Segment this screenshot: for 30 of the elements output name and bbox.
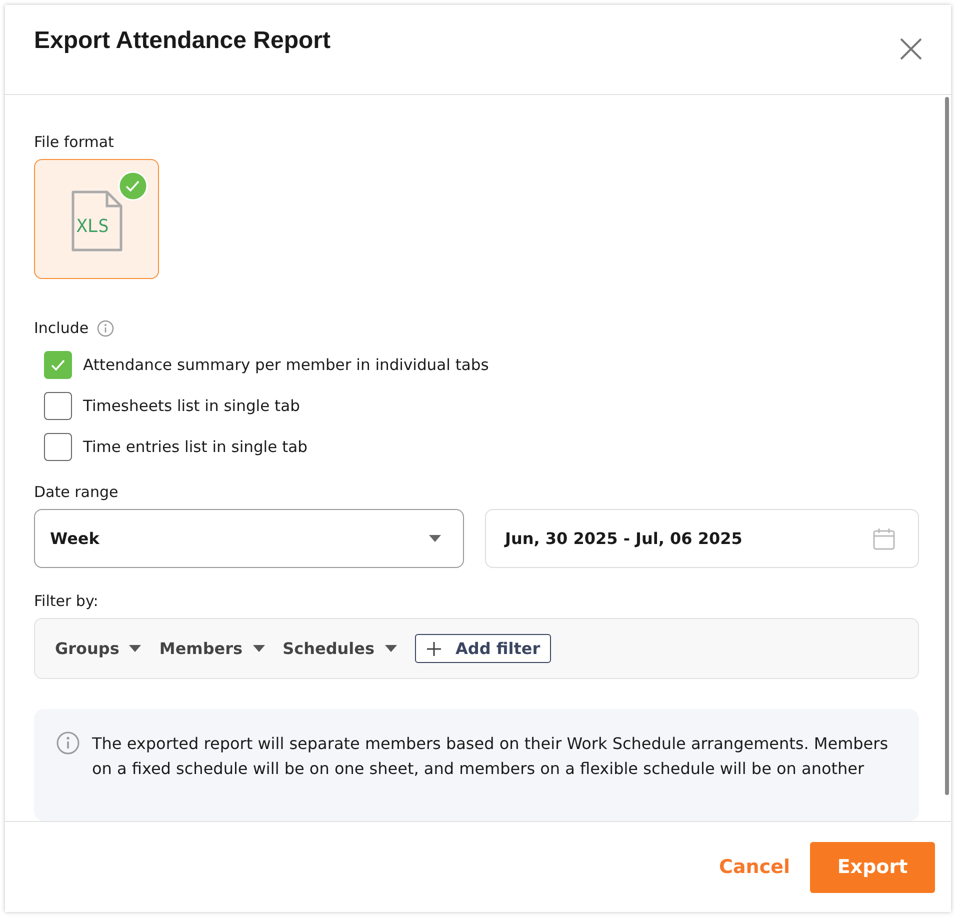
notice-text: The exported report will separate members based on their Work Schedule arrangements. Members on a fixed schedule will be on one sheet, and members on a flexible schedule will be on another (92, 733, 890, 780)
info-icon (56, 731, 80, 755)
info-icon[interactable] (96, 320, 114, 336)
checkbox[interactable] (44, 392, 72, 420)
checkbox-label: Attendance summary per member in individual tabs (83, 356, 489, 374)
add-filter-button[interactable]: Add filter (414, 634, 552, 663)
scrollbar[interactable] (945, 97, 949, 795)
section-label: Date range (34, 483, 118, 501)
dialog-title: Export Attendance Report (34, 27, 330, 55)
caret-icon (384, 645, 397, 652)
caret-icon (252, 645, 265, 652)
filter-dropdown[interactable]: Schedules (282, 639, 397, 658)
calendar-icon (872, 526, 896, 550)
section-label: Include (34, 319, 89, 337)
checkbox[interactable] (44, 433, 72, 461)
checkbox-label: Timesheets list in single tab (83, 397, 300, 415)
caret-icon (429, 535, 441, 542)
checkbox[interactable] (44, 351, 72, 379)
section-label: File format (34, 133, 114, 151)
period-dropdown[interactable]: Week (34, 509, 464, 568)
file-icon: XLS (70, 190, 122, 252)
checkbox-label: Time entries list in single tab (83, 438, 308, 456)
date-range-field[interactable]: Jun, 30 2025 - Jul, 06 2025 (485, 509, 919, 568)
caret-icon (129, 645, 142, 652)
check-badge-icon (118, 171, 148, 201)
plus-icon (426, 640, 442, 656)
section-label: Filter by: (34, 592, 98, 610)
filter-dropdown[interactable]: Members (159, 639, 265, 658)
close-icon[interactable] (899, 37, 923, 61)
filter-dropdown[interactable]: Groups (55, 639, 142, 658)
